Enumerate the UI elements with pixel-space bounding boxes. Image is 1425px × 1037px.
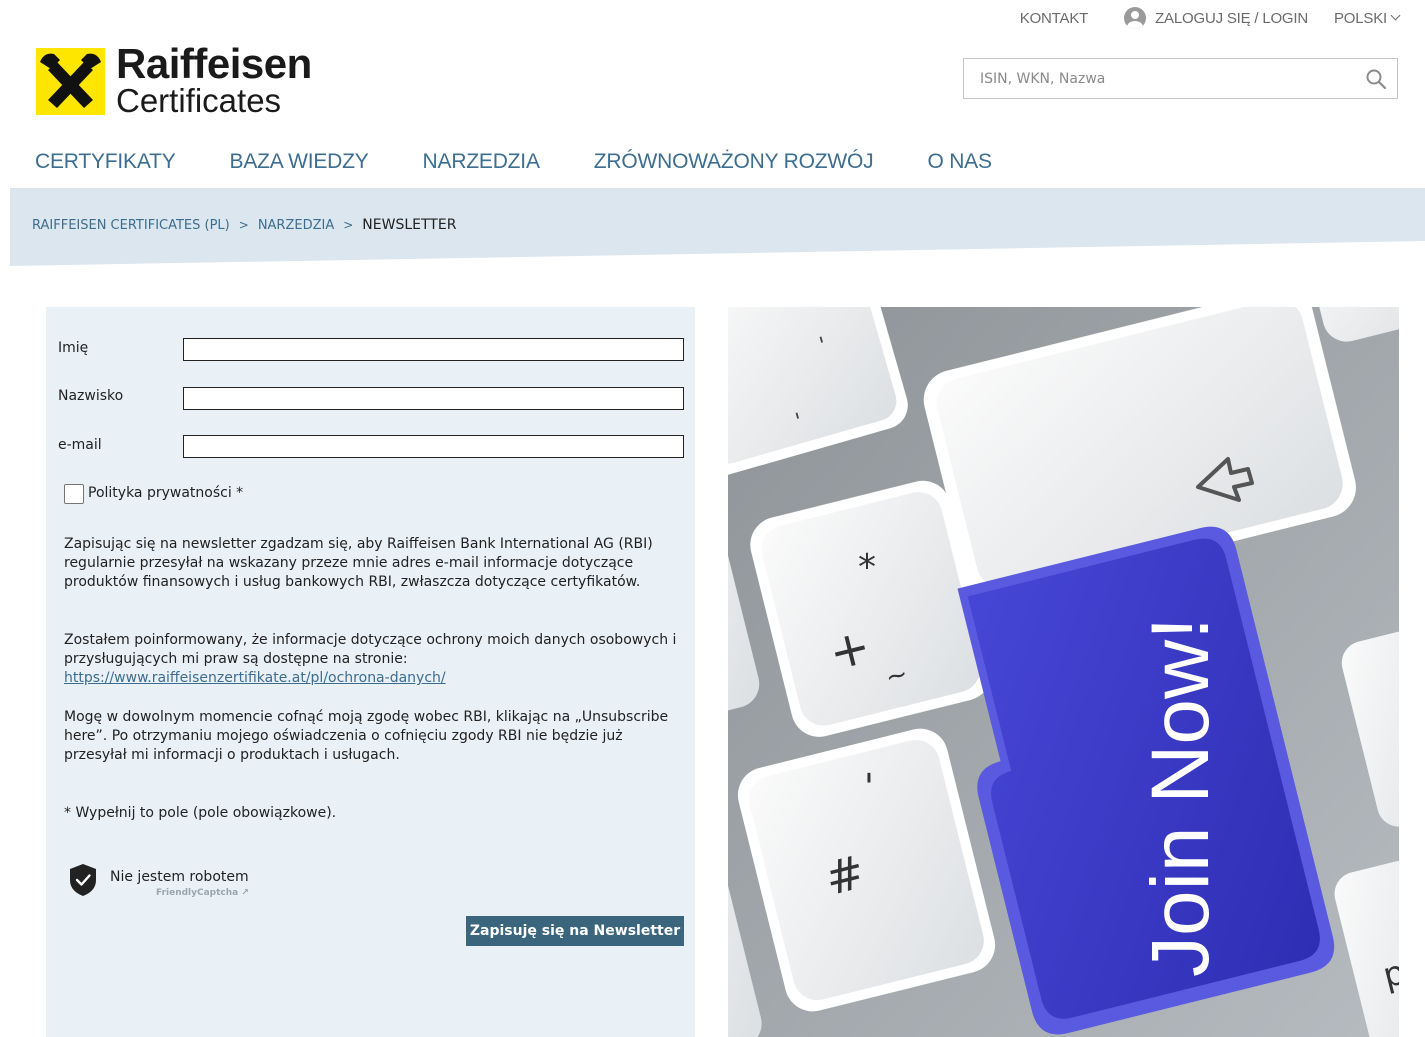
privacy-checkbox[interactable]	[64, 484, 84, 504]
top-utility-bar: KONTAKT ZALOGUJ SIĘ / LOGIN POLSKI	[1020, 7, 1401, 29]
breadcrumb-home[interactable]: RAIFFEISEN CERTIFICATES (PL)	[32, 218, 230, 233]
breadcrumb-current: NEWSLETTER	[362, 217, 457, 233]
nav-item-about-us[interactable]: O NAS	[927, 150, 992, 174]
data-protection-paragraph: Zostałem poinformowany, że informacje do…	[64, 631, 689, 688]
nav-item-knowledge-base[interactable]: BAZA WIEDZY	[230, 150, 369, 174]
contact-link[interactable]: KONTAKT	[1020, 10, 1089, 27]
raiffeisen-logo[interactable]: Raiffeisen Certificates	[36, 42, 336, 119]
login-link[interactable]: ZALOGUJ SIĘ / LOGIN	[1124, 7, 1308, 29]
consent-paragraph: Zapisując się na newsletter zgadzam się,…	[64, 536, 653, 590]
withdrawal-paragraph: Mogę w dowolnym momencie cofnąć moją zgo…	[64, 709, 669, 763]
logo-line2: Certificates	[116, 82, 282, 119]
search-box	[963, 58, 1398, 99]
captcha-brand-link[interactable]: FriendlyCaptcha ↗	[156, 888, 249, 898]
nav-item-sustainability[interactable]: ZRÓWNOWAŻONY ROZWÓJ	[594, 150, 874, 174]
captcha-text[interactable]: Nie jestem robotem	[110, 869, 249, 885]
email-field[interactable]	[183, 435, 684, 458]
language-label: POLSKI	[1334, 9, 1387, 27]
last-name-field[interactable]	[183, 387, 684, 410]
subscribe-button[interactable]: Zapisuję się na Newsletter	[466, 916, 684, 946]
breadcrumb: RAIFFEISEN CERTIFICATES (PL) > NARZEDZIA…	[32, 217, 456, 233]
shield-check-icon[interactable]	[68, 863, 98, 897]
first-name-field[interactable]	[183, 338, 684, 361]
logo-line1: Raiffeisen	[116, 40, 312, 87]
key-apostrophe-symbol: '	[864, 767, 874, 808]
join-now-keyboard-image: ' ' * + ~ ' # Join Now! p	[728, 307, 1399, 1037]
search-input[interactable]	[964, 59, 1376, 98]
breadcrumb-section[interactable]: NARZEDZIA	[258, 218, 334, 233]
breadcrumb-separator: >	[238, 218, 249, 232]
user-circle-icon	[1124, 7, 1147, 29]
last-name-label: Nazwisko	[58, 388, 124, 404]
first-name-label: Imię	[58, 340, 89, 356]
logo-mark-icon	[36, 48, 105, 115]
newsletter-form: Imię Nazwisko e-mail Polityka prywatnośc…	[46, 307, 695, 1037]
chevron-down-icon	[1390, 10, 1401, 20]
email-label: e-mail	[58, 437, 102, 453]
login-label: ZALOGUJ SIĘ / LOGIN	[1155, 9, 1308, 27]
nav-item-certificates[interactable]: CERTYFIKATY	[35, 150, 176, 174]
main-navigation: CERTYFIKATY BAZA WIEDZY NARZEDZIA ZRÓWNO…	[35, 150, 992, 174]
key-star-symbol: *	[858, 547, 876, 588]
language-selector[interactable]: POLSKI	[1334, 9, 1401, 27]
privacy-policy-link[interactable]: https://www.raiffeisenzertifikate.at/pl/…	[64, 670, 446, 686]
nav-item-tools[interactable]: NARZEDZIA	[423, 150, 540, 174]
privacy-label[interactable]: Polityka prywatności *	[88, 485, 243, 501]
required-note: * Wypełnij to pole (pole obowiązkowe).	[64, 805, 337, 821]
breadcrumb-separator: >	[343, 218, 354, 232]
data-protection-text: Zostałem poinformowany, że informacje do…	[64, 632, 677, 667]
join-now-text: Join Now!	[1135, 617, 1226, 977]
search-icon[interactable]	[1365, 68, 1387, 90]
